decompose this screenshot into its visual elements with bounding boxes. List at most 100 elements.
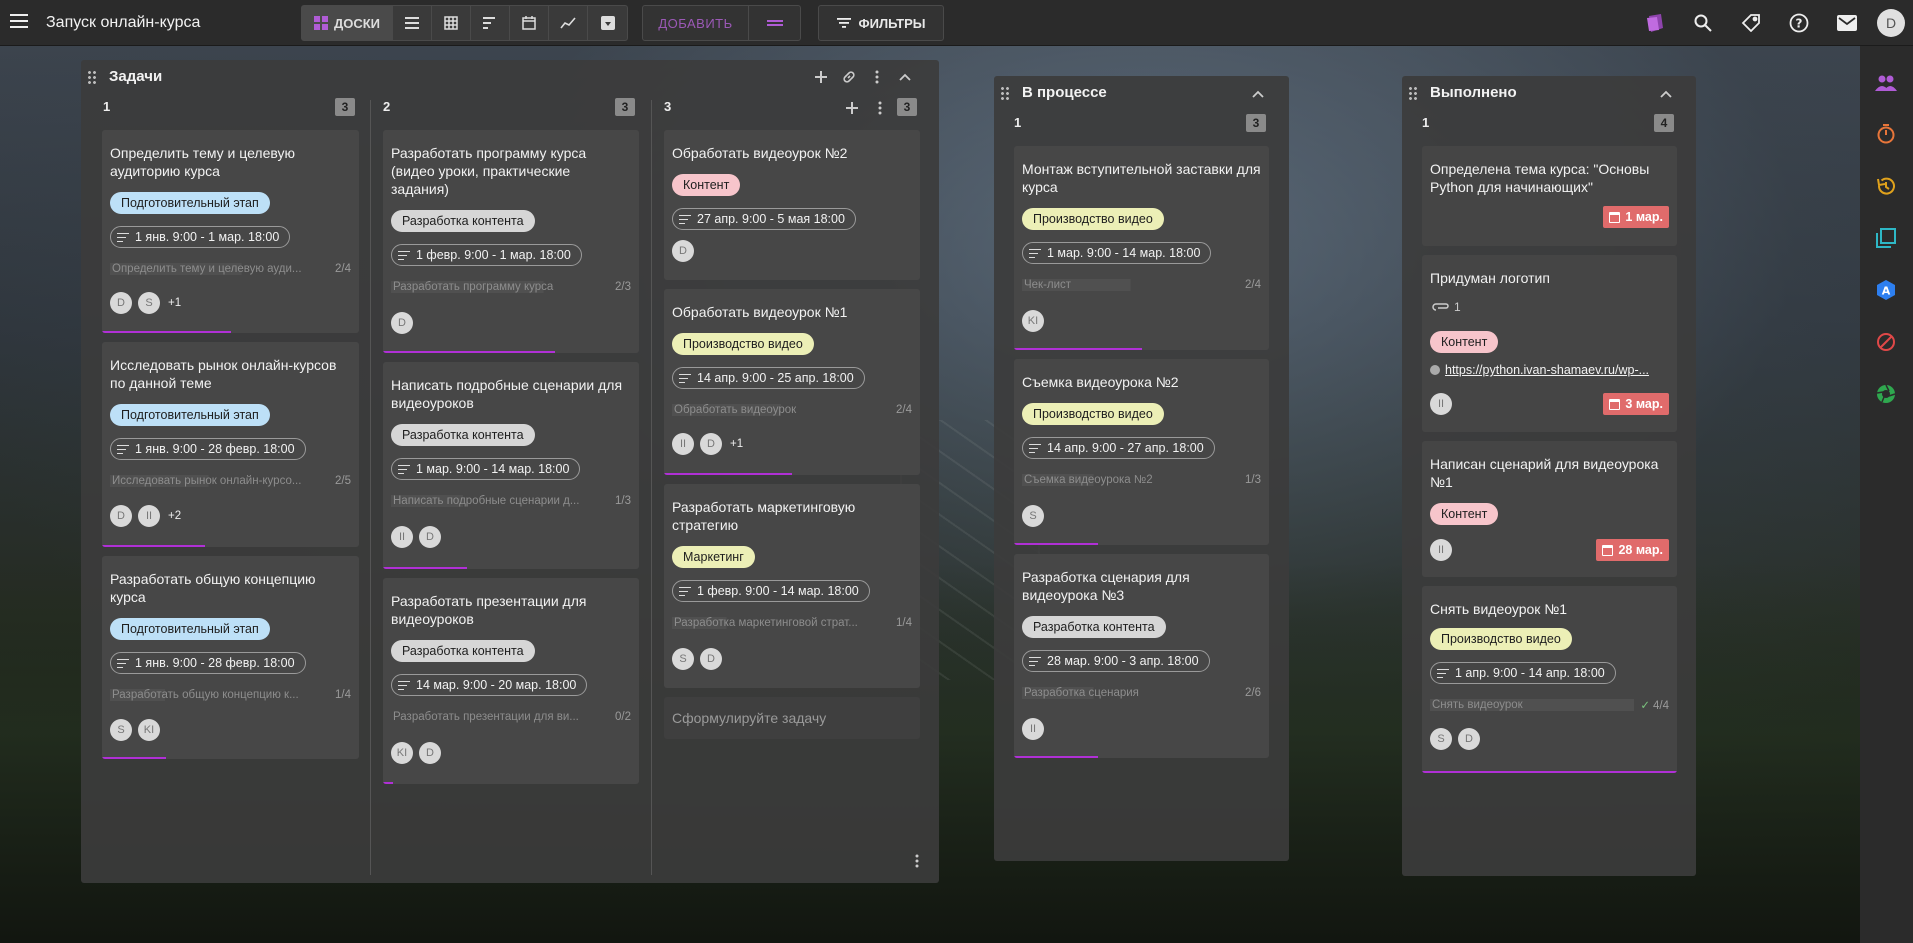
member-avatar[interactable]: S: [138, 292, 160, 314]
people-icon[interactable]: [1875, 72, 1897, 94]
member-avatar[interactable]: II: [391, 526, 413, 548]
collapse-button[interactable]: [1652, 83, 1680, 105]
filters-button[interactable]: ФИЛЬТРЫ: [818, 5, 944, 41]
task-card[interactable]: Исследовать рынок онлайн-курсов по данно…: [102, 342, 359, 547]
tag-chip[interactable]: Разработка контента: [391, 424, 535, 446]
dates-badge[interactable]: 28 мар. 9:00 - 3 апр. 18:00: [1022, 650, 1210, 672]
link-button[interactable]: [835, 66, 863, 88]
menu-icon[interactable]: [10, 14, 28, 28]
member-avatar[interactable]: II: [1430, 393, 1452, 415]
more-button[interactable]: [863, 66, 891, 88]
checklist-bar[interactable]: Разработка сценария 2/6: [1022, 684, 1261, 702]
drag-handle-icon[interactable]: [1000, 86, 1010, 100]
more-members[interactable]: +1: [730, 438, 743, 450]
dates-badge[interactable]: 1 янв. 9:00 - 28 февр. 18:00: [110, 438, 306, 460]
task-card[interactable]: Разработать презентации для видеоуроков …: [383, 578, 639, 784]
due-date-badge[interactable]: 3 мар.: [1603, 393, 1669, 415]
member-avatar[interactable]: D: [700, 433, 722, 455]
chart-view-button[interactable]: [549, 6, 588, 40]
tag-chip[interactable]: Контент: [1430, 331, 1499, 353]
tag-chip[interactable]: Разработка контента: [391, 640, 535, 662]
member-avatar[interactable]: II: [1022, 718, 1044, 740]
table-view-button[interactable]: [432, 6, 471, 40]
checklist-bar[interactable]: Разработать общую концепцию к... 1/4: [110, 686, 351, 704]
mail-button[interactable]: [1823, 15, 1871, 31]
member-avatar[interactable]: D: [391, 312, 413, 334]
checklist-bar[interactable]: Разработать программу курса 2/3: [391, 278, 631, 296]
tag-chip[interactable]: Производство видео: [1430, 628, 1572, 650]
gantt-view-button[interactable]: [471, 6, 510, 40]
task-card[interactable]: Написан сценарий для видеоурока №1 Конте…: [1422, 441, 1677, 577]
drag-handle-icon[interactable]: [87, 70, 97, 84]
collapse-button[interactable]: [891, 66, 919, 88]
tag-chip[interactable]: Производство видео: [1022, 208, 1164, 230]
timer-icon[interactable]: [1875, 123, 1897, 145]
member-avatar[interactable]: D: [1458, 728, 1480, 750]
more-members[interactable]: +2: [168, 510, 181, 522]
checklist-bar[interactable]: Написать подробные сценарии д... 1/3: [391, 492, 631, 510]
drag-handle-icon[interactable]: [1408, 86, 1418, 100]
tag-chip[interactable]: Маркетинг: [672, 546, 755, 568]
member-avatar[interactable]: D: [110, 292, 132, 314]
tag-chip[interactable]: Подготовительный этап: [110, 618, 270, 640]
attachments-indicator[interactable]: 1: [1432, 300, 1461, 314]
member-avatar[interactable]: S: [1022, 505, 1044, 527]
dates-badge[interactable]: 14 апр. 9:00 - 27 апр. 18:00: [1022, 437, 1215, 459]
task-card[interactable]: Снять видеоурок №1 Производство видео 1 …: [1422, 586, 1677, 773]
add-card-button[interactable]: [838, 97, 866, 119]
task-card[interactable]: Определить тему и целевую аудиторию курс…: [102, 130, 359, 333]
member-avatar[interactable]: D: [419, 526, 441, 548]
dates-badge[interactable]: 14 апр. 9:00 - 25 апр. 18:00: [672, 367, 865, 389]
member-avatar[interactable]: S: [672, 648, 694, 670]
column-more-button[interactable]: [866, 97, 894, 119]
user-avatar[interactable]: D: [1877, 9, 1905, 37]
task-card[interactable]: Придуман логотип 1 Контент https://pytho…: [1422, 255, 1677, 432]
shutter-icon[interactable]: [1875, 383, 1897, 405]
tag-chip[interactable]: Контент: [672, 174, 741, 196]
dates-badge[interactable]: 27 апр. 9:00 - 5 мая 18:00: [672, 208, 856, 230]
checklist-bar[interactable]: Обработать видеоурок 2/4: [672, 401, 912, 419]
task-card[interactable]: Монтаж вступительной заставки для курса …: [1014, 146, 1269, 350]
translate-icon[interactable]: A: [1875, 279, 1897, 301]
task-card[interactable]: Написать подробные сценарии для видеоуро…: [383, 362, 639, 569]
link-url[interactable]: https://python.ivan-shamaev.ru/wp-...: [1445, 363, 1649, 377]
task-card[interactable]: Обработать видеоурок №2 Контент 27 апр. …: [664, 130, 920, 280]
add-button[interactable]: ДОБАВИТЬ: [643, 6, 749, 40]
dates-badge[interactable]: 1 мар. 9:00 - 14 мар. 18:00: [391, 458, 581, 480]
history-icon[interactable]: [1875, 175, 1897, 197]
brand-button[interactable]: [1631, 14, 1679, 32]
add-column-button[interactable]: [807, 66, 835, 88]
member-avatar[interactable]: D: [672, 240, 694, 262]
help-button[interactable]: ?: [1775, 13, 1823, 33]
member-avatar[interactable]: II: [672, 433, 694, 455]
tag-chip[interactable]: Разработка контента: [391, 210, 535, 232]
checklist-bar[interactable]: Разработать презентации для ви... 0/2: [391, 708, 631, 726]
layers-icon[interactable]: [1875, 227, 1897, 249]
dates-badge[interactable]: 1 апр. 9:00 - 14 апр. 18:00: [1430, 662, 1616, 684]
tag-chip[interactable]: Производство видео: [672, 333, 814, 355]
task-card[interactable]: Разработать маркетинговую стратегию Марк…: [664, 484, 920, 688]
new-task-input[interactable]: Сформулируйте задачу: [664, 697, 920, 739]
dates-badge[interactable]: 1 янв. 9:00 - 28 февр. 18:00: [110, 652, 306, 674]
list-view-button[interactable]: [393, 6, 432, 40]
member-avatar[interactable]: D: [110, 505, 132, 527]
due-date-badge[interactable]: 1 мар.: [1603, 206, 1669, 228]
dates-badge[interactable]: 14 мар. 9:00 - 20 мар. 18:00: [391, 674, 588, 696]
due-date-badge[interactable]: 28 мар.: [1596, 539, 1669, 561]
add-menu-button[interactable]: [749, 6, 800, 40]
tag-chip[interactable]: Подготовительный этап: [110, 192, 270, 214]
member-avatar[interactable]: KI: [1022, 310, 1044, 332]
checklist-bar[interactable]: Определить тему и целевую ауди... 2/4: [110, 260, 351, 278]
board-footer-more-button[interactable]: [903, 850, 931, 872]
member-avatar[interactable]: S: [1430, 728, 1452, 750]
member-avatar[interactable]: II: [138, 505, 160, 527]
task-card[interactable]: Разработать общую концепцию курса Подгот…: [102, 556, 359, 759]
tag-chip[interactable]: Контент: [1430, 503, 1499, 525]
collapse-button[interactable]: [1244, 83, 1272, 105]
task-card[interactable]: Разработка сценария для видеоурока №3 Ра…: [1014, 554, 1269, 758]
checklist-bar[interactable]: Снять видеоурок ✓ 4/4: [1430, 696, 1669, 714]
tag-chip[interactable]: Производство видео: [1022, 403, 1164, 425]
checklist-bar[interactable]: Разработка маркетинговой страт... 1/4: [672, 614, 912, 632]
tags-button[interactable]: [1727, 14, 1775, 32]
tag-chip[interactable]: Разработка контента: [1022, 616, 1166, 638]
